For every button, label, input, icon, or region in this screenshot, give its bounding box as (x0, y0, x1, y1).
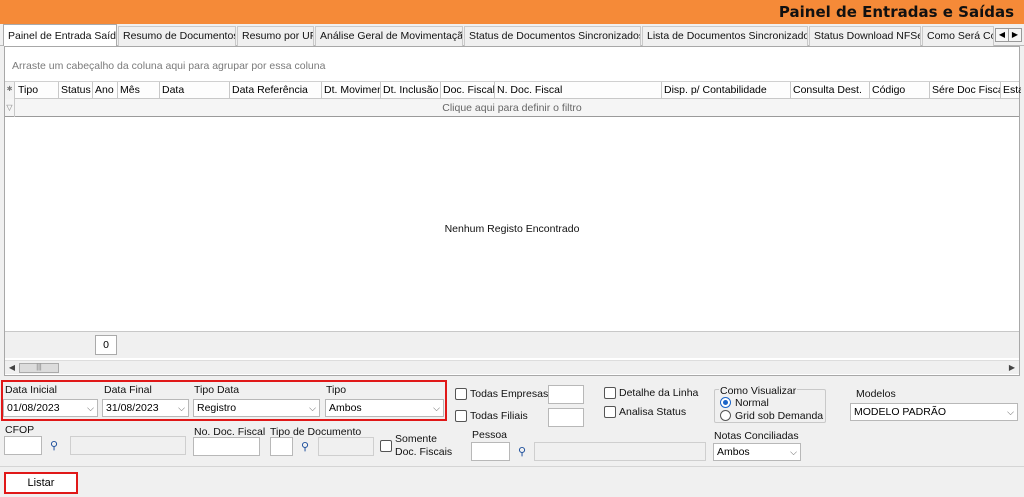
tab-scroll-left-icon[interactable]: ◀ (995, 28, 1009, 42)
tab-resumo-uf[interactable]: Resumo por UF (237, 26, 314, 46)
column-header-ano[interactable]: Ano (93, 82, 118, 99)
app-window: Painel de Entradas e Saídas Painel de En… (0, 0, 1024, 497)
cfop-search-icon[interactable]: ⚲ (46, 439, 62, 453)
group-by-panel[interactable]: Arraste um cabeçalho da coluna aqui para… (5, 47, 1019, 82)
tab-resumo-documentos[interactable]: Resumo de Documentos (118, 26, 236, 46)
column-header-sere-doc-fiscal[interactable]: Sére Doc Fiscal (930, 82, 1001, 99)
pessoa-search-icon[interactable]: ⚲ (514, 445, 530, 459)
tipo-documento-input[interactable] (270, 437, 293, 456)
normal-radio-label: Normal (735, 397, 769, 409)
record-count: 0 (95, 335, 117, 355)
pessoa-description-field (534, 442, 706, 461)
documents-grid: Arraste um cabeçalho da coluna aqui para… (4, 46, 1021, 376)
modelos-label: Modelos (856, 388, 896, 400)
column-header-codigo[interactable]: Código (870, 82, 930, 99)
tab-como-sera[interactable]: Como Será Cor (922, 26, 994, 46)
column-header-dt-inclusao[interactable]: Dt. Inclusão (381, 82, 441, 99)
todas-filiais-checkbox[interactable] (455, 410, 467, 422)
column-header-n-doc-fiscal[interactable]: N. Doc. Fiscal (495, 82, 662, 99)
modelos-select[interactable]: MODELO PADRÃO ⌵ (850, 403, 1018, 421)
filiais-input[interactable] (548, 408, 584, 427)
grid-sob-demanda-label: Grid sob Demanda (735, 410, 824, 422)
column-header-doc-fiscal[interactable]: Doc. Fiscal (441, 82, 495, 99)
column-header-data[interactable]: Data (160, 82, 230, 99)
tab-scroll-right-icon[interactable]: ▶ (1008, 28, 1022, 42)
somente-label: Somente (395, 433, 438, 445)
tab-lista-documentos-sincronizados[interactable]: Lista de Documentos Sincronizados (642, 26, 808, 46)
filter-hint: Clique aqui para definir o filtro (442, 102, 582, 114)
column-header-mes[interactable]: Mês (118, 82, 160, 99)
modelos-value: MODELO PADRÃO (854, 406, 946, 418)
tab-analise-geral[interactable]: Análise Geral de Movimentação (315, 26, 463, 46)
column-header-tipo[interactable]: Tipo (16, 82, 59, 99)
tipo-documento-search-icon[interactable]: ⚲ (297, 440, 313, 454)
date-filters-highlight (1, 380, 447, 421)
doc-fiscais-label: Doc. Fiscais (395, 446, 453, 458)
grid-sob-demanda-radio[interactable] (720, 410, 731, 421)
column-header-status[interactable]: Status (59, 82, 93, 99)
detalhe-linha-checkbox[interactable] (604, 387, 616, 399)
column-header-row: ✱ Tipo Status Ano Mês Data Data Referênc… (5, 82, 1021, 99)
detalhe-linha-label: Detalhe da Linha (619, 387, 699, 399)
group-by-hint: Arraste um cabeçalho da coluna aqui para… (12, 60, 326, 72)
analisa-status-label: Analisa Status (619, 406, 687, 418)
tipo-documento-description-field (318, 437, 374, 456)
tab-painel-entrada-saida[interactable]: Painel de Entrada Saída (3, 24, 117, 46)
tab-strip: Painel de Entrada Saída Resumo de Docume… (0, 24, 1024, 46)
column-header-dt-movimen[interactable]: Dt. Movimen (322, 82, 381, 99)
empty-message: Nenhum Registo Encontrado (444, 223, 580, 235)
empresas-input[interactable] (548, 385, 584, 404)
todas-empresas-checkbox[interactable] (455, 388, 467, 400)
analisa-status-checkbox[interactable] (604, 406, 616, 418)
filter-row[interactable]: ▽ Clique aqui para definir o filtro (5, 99, 1019, 117)
como-visualizar-label: Como Visualizar (719, 385, 798, 397)
cfop-label: CFOP (5, 424, 35, 436)
chevron-down-icon: ⌵ (790, 447, 797, 457)
todas-empresas-label: Todas Empresas (470, 388, 549, 400)
scroll-right-icon[interactable]: ▶ (1006, 362, 1018, 374)
window-title: Painel de Entradas e Saídas (778, 3, 1014, 21)
notas-conciliadas-value: Ambos (717, 446, 750, 458)
notas-conciliadas-select[interactable]: Ambos ⌵ (713, 443, 801, 461)
column-header-esta[interactable]: Esta (1001, 82, 1021, 99)
tab-status-documentos-sincronizados[interactable]: Status de Documentos Sincronizados (464, 26, 641, 46)
cfop-input[interactable] (4, 436, 42, 455)
bottom-action-bar: Listar (0, 466, 1024, 497)
notas-conciliadas-label: Notas Conciliadas (714, 430, 799, 442)
todas-filiais-label: Todas Filiais (470, 410, 528, 422)
scroll-left-icon[interactable]: ◀ (6, 362, 18, 374)
pessoa-input[interactable] (471, 442, 510, 461)
row-indicator-icon: ✱ (5, 82, 15, 99)
column-header-consulta-dest[interactable]: Consulta Dest. (791, 82, 870, 99)
scrollbar-thumb[interactable]: ||| (19, 363, 59, 373)
horizontal-scrollbar[interactable]: ◀ ||| ▶ (5, 360, 1019, 374)
somente-doc-fiscais-checkbox[interactable] (380, 440, 392, 452)
chevron-down-icon: ⌵ (1007, 407, 1014, 417)
cfop-description-field (70, 436, 186, 455)
pessoa-label: Pessoa (472, 429, 508, 441)
column-header-data-referencia[interactable]: Data Referência (230, 82, 322, 99)
no-doc-fiscal-input[interactable] (193, 437, 260, 456)
summary-footer-row: 0 (5, 331, 1019, 358)
title-bar: Painel de Entradas e Saídas (0, 0, 1024, 24)
listar-button[interactable]: Listar (4, 472, 78, 494)
tab-status-download-nfse[interactable]: Status Download NFSe (809, 26, 921, 46)
normal-radio[interactable] (720, 397, 731, 408)
column-header-disp-contabilidade[interactable]: Disp. p/ Contabilidade (662, 82, 791, 99)
filter-panel: Data Inicial 01/08/2023 ⌵ Data Final 31/… (0, 378, 1024, 466)
